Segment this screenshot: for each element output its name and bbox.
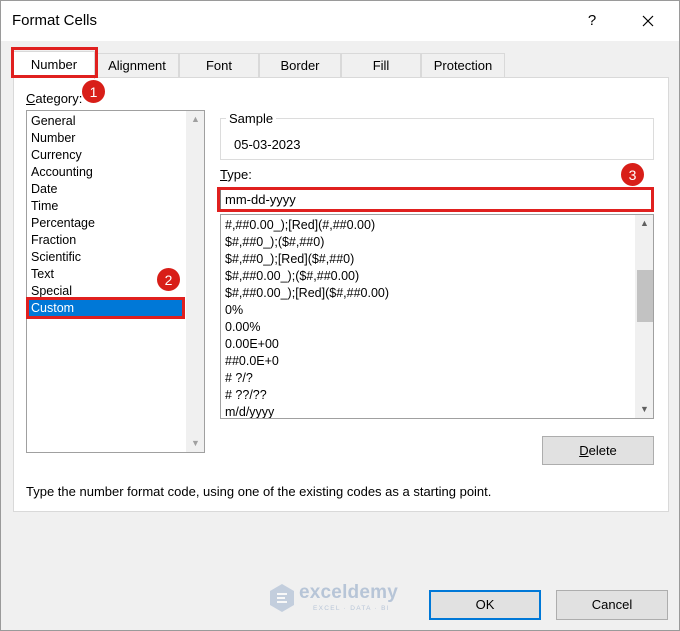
format-cells-dialog: Format Cells ? Number Alignment Font Bor… [0,0,680,631]
format-code-item[interactable]: # ?/? [221,370,653,387]
step-badge-3: 3 [620,162,645,187]
help-button[interactable]: ? [577,7,607,35]
category-item-custom[interactable]: Custom [27,300,184,317]
format-code-item[interactable]: $#,##0.00_);($#,##0.00) [221,268,653,285]
tab-alignment[interactable]: Alignment [95,53,179,77]
format-code-item[interactable]: $#,##0.00_);[Red]($#,##0.00) [221,285,653,302]
close-icon [642,15,654,27]
category-item-accounting[interactable]: Accounting [27,164,204,181]
scroll-up-icon[interactable]: ▲ [636,215,653,232]
format-code-listbox[interactable]: #,##0.00_);[Red](#,##0.00) $#,##0_);($#,… [220,214,654,419]
exceldemy-watermark: exceldemy EXCEL · DATA · BI [269,581,419,615]
type-label: Type: [220,167,252,182]
ok-button[interactable]: OK [429,590,541,620]
watermark-name: exceldemy [299,582,398,603]
scroll-up-icon[interactable]: ▲ [187,111,204,128]
hint-text: Type the number format code, using one o… [26,484,492,499]
format-code-scrollbar[interactable]: ▲ ▼ [635,215,653,418]
category-item-number[interactable]: Number [27,130,204,147]
category-label: Category: [26,91,82,106]
category-item-percentage[interactable]: Percentage [27,215,204,232]
tab-fill[interactable]: Fill [341,53,421,77]
format-code-item[interactable]: $#,##0_);[Red]($#,##0) [221,251,653,268]
format-code-item[interactable]: 0% [221,302,653,319]
cancel-button[interactable]: Cancel [556,590,668,620]
format-code-item[interactable]: 0.00E+00 [221,336,653,353]
delete-label: elete [588,443,617,458]
scroll-down-icon[interactable]: ▼ [187,435,204,452]
category-item-scientific[interactable]: Scientific [27,249,204,266]
delete-accesskey: D [579,443,589,458]
scroll-down-icon[interactable]: ▼ [636,401,653,418]
tab-border[interactable]: Border [259,53,341,77]
format-code-item[interactable]: # ??/?? [221,387,653,404]
format-code-item[interactable]: 0.00% [221,319,653,336]
tab-font[interactable]: Font [179,53,259,77]
step-badge-2: 2 [156,267,181,292]
format-code-item[interactable]: $#,##0_);($#,##0) [221,234,653,251]
category-label-text: ategory: [35,91,83,106]
format-code-item[interactable]: #,##0.00_);[Red](#,##0.00) [221,217,653,234]
category-item-fraction[interactable]: Fraction [27,232,204,249]
watermark-tagline: EXCEL · DATA · BI [313,605,390,612]
sample-value: 05-03-2023 [234,137,301,152]
tab-protection[interactable]: Protection [421,53,505,77]
step-badge-1: 1 [81,79,106,104]
category-label-accesskey: C [26,91,36,106]
sample-title: Sample [226,111,277,126]
tab-number[interactable]: Number [13,51,95,79]
category-item-general[interactable]: General [27,113,204,130]
category-item-currency[interactable]: Currency [27,147,204,164]
dialog-title: Format Cells [12,12,98,29]
format-code-item[interactable]: ##0.0E+0 [221,353,653,370]
exceldemy-logo-icon [270,584,294,612]
category-scrollbar[interactable]: ▲ ▼ [186,111,204,452]
type-label-text: ype: [227,167,252,182]
category-item-time[interactable]: Time [27,198,204,215]
category-item-date[interactable]: Date [27,181,204,198]
delete-button[interactable]: Delete [542,436,654,465]
scroll-thumb[interactable] [637,270,653,322]
title-bar: Format Cells ? [1,1,679,41]
close-button[interactable] [631,7,665,35]
format-code-item[interactable]: m/d/yyyy [221,404,653,418]
type-input[interactable]: mm-dd-yyyy [220,189,654,211]
